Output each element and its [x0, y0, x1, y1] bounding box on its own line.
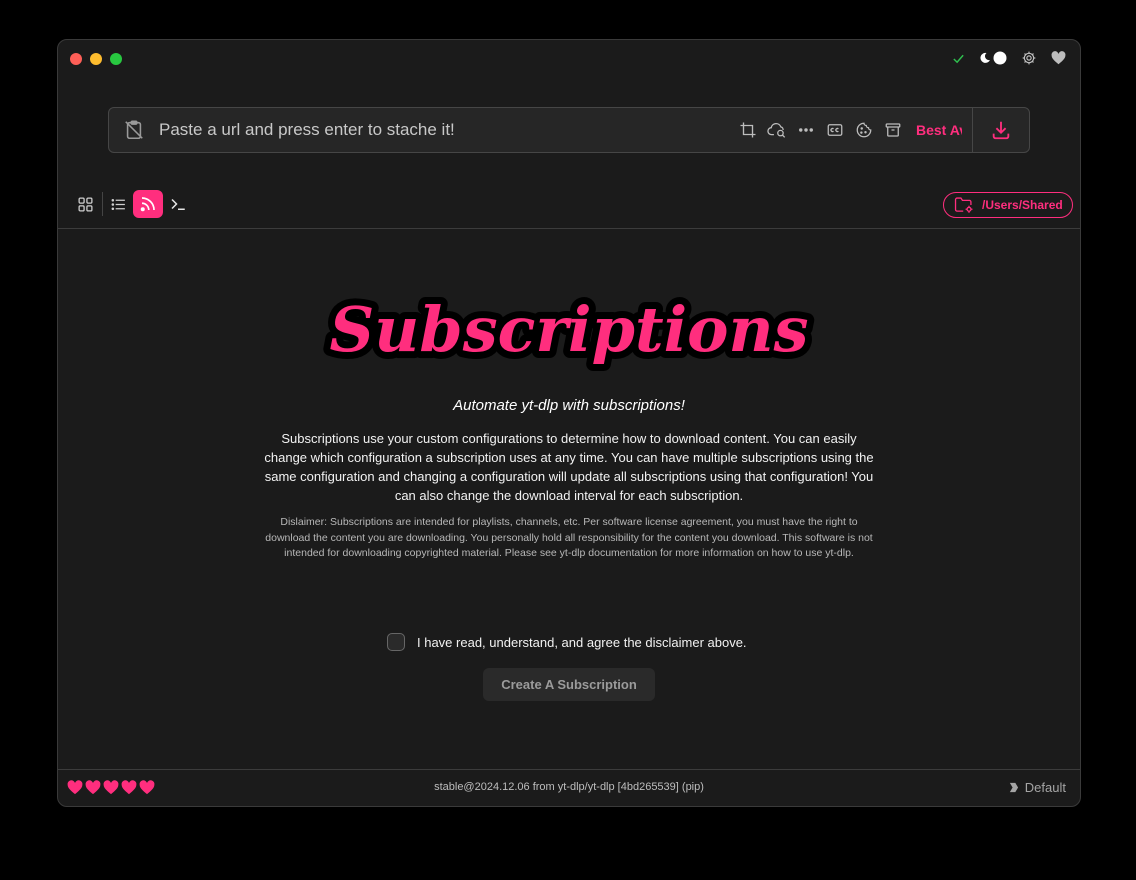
theme-toggle[interactable] — [979, 51, 1007, 65]
download-icon — [990, 119, 1012, 141]
subscriptions-panel: Subscriptions Subscriptions Automate yt-… — [58, 229, 1080, 769]
version-info: stable@2024.12.06 from yt-dlp/yt-dlp [4b… — [434, 781, 704, 793]
more-icon[interactable] — [796, 120, 816, 140]
heart-icon[interactable] — [1051, 51, 1066, 65]
agree-row: I have read, understand, and agree the d… — [387, 633, 747, 651]
rss-icon — [139, 195, 157, 213]
tab-terminal[interactable] — [163, 190, 193, 218]
agree-label[interactable]: I have read, understand, and agree the d… — [417, 635, 747, 650]
profile-selector[interactable]: Default — [1008, 780, 1066, 795]
quality-selector[interactable]: Best Av — [916, 122, 962, 138]
agree-checkbox[interactable] — [387, 633, 405, 651]
gear-icon[interactable] — [1021, 50, 1037, 66]
tab-grid-view[interactable] — [70, 190, 100, 218]
list-icon — [110, 196, 127, 213]
download-button[interactable] — [972, 108, 1029, 152]
archive-icon[interactable] — [883, 120, 903, 140]
download-folder-path: /Users/Shared/ — [982, 198, 1062, 212]
tab-list-view[interactable] — [103, 190, 133, 218]
cloud-search-icon[interactable] — [767, 120, 787, 140]
url-bar: Best Av — [108, 107, 1030, 153]
chevron-right-icon — [1008, 782, 1019, 793]
light-mode-icon — [993, 51, 1007, 65]
window-controls — [70, 53, 122, 65]
check-icon — [952, 52, 965, 65]
logo-text: Subscriptions — [330, 293, 809, 366]
folder-settings-icon — [954, 196, 974, 214]
tagline: Automate yt-dlp with subscriptions! — [453, 397, 685, 414]
subscriptions-logo: Subscriptions Subscriptions — [58, 279, 1080, 379]
view-switcher — [70, 190, 193, 218]
disclaimer: Dislaimer: Subscriptions are intended fo… — [265, 516, 873, 559]
cookie-icon[interactable] — [854, 120, 874, 140]
captions-icon[interactable] — [825, 120, 845, 140]
terminal-icon — [169, 195, 187, 213]
app-window: Best Av — [57, 39, 1081, 807]
clipboard-off-icon[interactable] — [123, 119, 145, 141]
footer: stable@2024.12.06 from yt-dlp/yt-dlp [4b… — [58, 770, 1080, 806]
top-right-toolbar — [952, 50, 1066, 66]
create-subscription-button[interactable]: Create A Subscription — [483, 668, 655, 701]
description: Subscriptions use your custom configurat… — [264, 431, 874, 503]
grid-icon — [77, 196, 94, 213]
url-input[interactable] — [157, 107, 738, 153]
url-tools: Best Av — [738, 120, 962, 140]
profile-name: Default — [1024, 780, 1066, 795]
minimize-window-button[interactable] — [90, 53, 102, 65]
close-window-button[interactable] — [70, 53, 82, 65]
moon-icon — [979, 52, 991, 64]
crop-icon[interactable] — [738, 120, 758, 140]
download-folder-button[interactable]: /Users/Shared/ — [943, 192, 1073, 218]
zoom-window-button[interactable] — [110, 53, 122, 65]
tab-subscriptions[interactable] — [133, 190, 163, 218]
